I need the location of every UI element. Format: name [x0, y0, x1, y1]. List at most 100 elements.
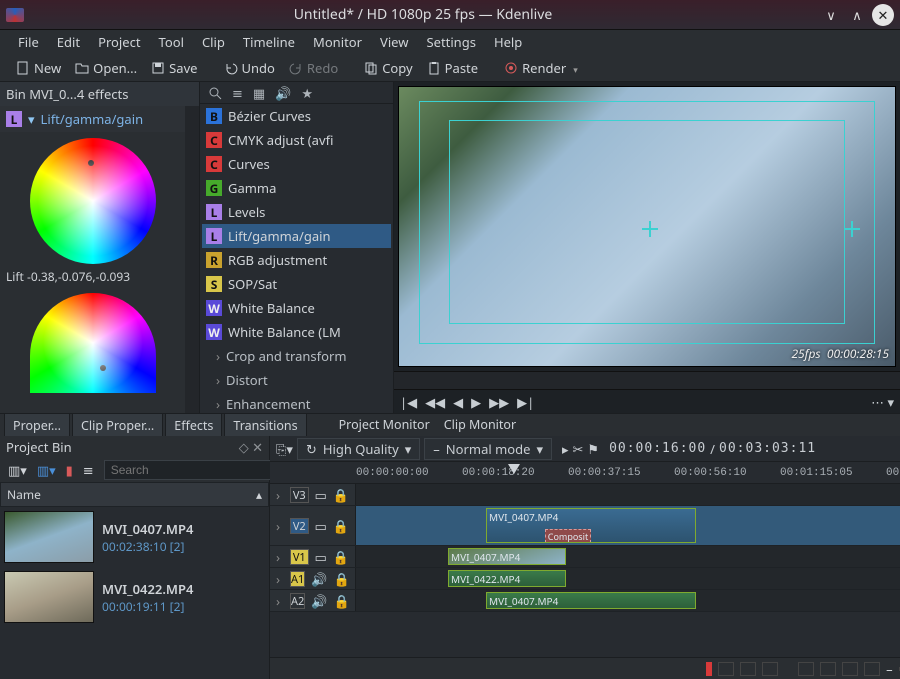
redo-button[interactable]: Redo [283, 57, 344, 79]
lock-icon[interactable]: 🔒 [333, 517, 349, 535]
save-button[interactable]: Save [145, 57, 203, 79]
lock-icon[interactable]: 🔒 [334, 570, 350, 588]
search-icon[interactable] [208, 86, 222, 100]
rewind-button[interactable]: ◀◀ [425, 393, 445, 411]
paste-button[interactable]: Paste [421, 57, 484, 79]
mute-icon[interactable]: ▭ [315, 517, 327, 535]
effect-item[interactable]: CCMYK adjust (avfi [202, 128, 391, 152]
monitor-options-button[interactable]: ⋯ ▾ [871, 393, 894, 411]
star-icon[interactable]: ★ [301, 84, 313, 102]
timeline-cut-icon[interactable]: ✂ [573, 440, 584, 458]
monitor-ruler[interactable] [394, 371, 900, 389]
copy-button[interactable]: Copy [358, 57, 418, 79]
list-icon[interactable]: ≡ [232, 84, 243, 102]
menu-timeline[interactable]: Timeline [235, 30, 303, 54]
menu-file[interactable]: File [10, 30, 47, 54]
lock-icon[interactable]: 🔒 [333, 548, 349, 566]
mute-icon[interactable]: ▭ [315, 486, 327, 504]
maximize-button[interactable]: ∧ [846, 4, 868, 26]
timeline-marker-icon[interactable]: ⚑ [587, 440, 599, 458]
timeline-clip[interactable]: MVI_0407.MP4 [448, 548, 566, 565]
effect-item[interactable]: WWhite Balance (LM [202, 320, 391, 344]
menu-project[interactable]: Project [90, 30, 148, 54]
track-v2[interactable]: V2 ▭ 🔒 MVI_0407.MP4 Composit [270, 506, 900, 546]
open-button[interactable]: Open... [69, 57, 143, 79]
menu-edit[interactable]: Edit [49, 30, 88, 54]
grid-icon[interactable]: ▦ [253, 84, 265, 102]
bin-item[interactable]: MVI_0422.MP4 00:00:19:11 [2] [0, 567, 269, 627]
editmode-select[interactable]: – Normal mode ▾ [424, 438, 552, 460]
undo-button[interactable]: Undo [218, 57, 281, 79]
bin-delete-icon[interactable]: ▮ [66, 461, 73, 479]
bin-view-icon[interactable]: ▥▾ [8, 461, 27, 479]
track-v1[interactable]: V1 ▭ 🔒 MVI_0407.MP4 [270, 546, 900, 568]
timeline-clip[interactable]: MVI_0407.MP4 [486, 592, 696, 609]
status-tool-5[interactable] [820, 662, 836, 676]
tab-effects[interactable]: Effects [165, 413, 222, 436]
gamma-color-wheel[interactable] [30, 293, 156, 393]
effect-category[interactable]: Distort [202, 368, 391, 392]
bin-folder-icon[interactable]: ▥▾ [37, 461, 56, 479]
tab-clip-properties[interactable]: Clip Proper... [72, 413, 163, 436]
quality-select[interactable]: ↻ High Quality ▾ [297, 438, 420, 460]
lift-color-wheel[interactable] [30, 138, 156, 264]
new-button[interactable]: New [10, 57, 67, 79]
fast-forward-button[interactable]: ▶▶ [489, 393, 509, 411]
menu-help[interactable]: Help [486, 30, 530, 54]
menu-monitor[interactable]: Monitor [305, 30, 370, 54]
audio-icon[interactable]: 🔊 [275, 84, 291, 102]
timeline-mode-icon[interactable]: ⎘▾ [276, 440, 293, 458]
track-v3[interactable]: V3 ▭ 🔒 [270, 484, 900, 506]
menu-settings[interactable]: Settings [418, 30, 483, 54]
menu-view[interactable]: View [372, 30, 416, 54]
menu-clip[interactable]: Clip [194, 30, 233, 54]
mute-icon[interactable]: ▭ [315, 548, 327, 566]
effect-category[interactable]: Enhancement [202, 392, 391, 413]
close-button[interactable]: ✕ [872, 4, 894, 26]
render-button[interactable]: Render [498, 57, 584, 79]
status-tool-2[interactable] [740, 662, 756, 676]
effect-item[interactable]: BBézier Curves [202, 104, 391, 128]
play-button[interactable]: ▶ [471, 393, 481, 411]
effect-item[interactable]: LLift/gamma/gain [202, 224, 391, 248]
tab-properties[interactable]: Proper... [4, 413, 70, 436]
pin-icon[interactable]: ◇ ✕ [239, 438, 263, 456]
effect-item[interactable]: WWhite Balance [202, 296, 391, 320]
timeline-clip[interactable]: MVI_0422.MP4 [448, 570, 566, 587]
status-tool-7[interactable] [864, 662, 880, 676]
track-a1[interactable]: A1 🔊 🔒 MVI_0422.MP4 [270, 568, 900, 590]
bin-search-input[interactable] [104, 460, 273, 480]
play-reverse-button[interactable]: ◀ [453, 393, 463, 411]
goto-start-button[interactable]: |◀ [400, 393, 417, 411]
effect-item[interactable]: LLevels [202, 200, 391, 224]
record-indicator-icon[interactable] [706, 662, 712, 676]
status-tool-1[interactable] [718, 662, 734, 676]
tab-transitions[interactable]: Transitions [224, 413, 306, 436]
effect-item[interactable]: CCurves [202, 152, 391, 176]
effect-item[interactable]: GGamma [202, 176, 391, 200]
timeline-clip[interactable]: MVI_0407.MP4 Composit [486, 508, 696, 543]
playhead-icon[interactable] [508, 464, 520, 474]
goto-end-button[interactable]: ▶| [517, 393, 534, 411]
bin-list-icon[interactable]: ≡ [83, 461, 94, 479]
audio-icon[interactable]: 🔊 [311, 592, 327, 610]
zoom-out-button[interactable]: – [886, 660, 893, 678]
active-effect-header[interactable]: L ▾ Lift/gamma/gain [0, 106, 185, 132]
tab-clip-monitor[interactable]: Clip Monitor [438, 413, 522, 436]
status-tool-3[interactable] [762, 662, 778, 676]
status-tool-6[interactable] [842, 662, 858, 676]
lock-icon[interactable]: 🔒 [334, 592, 350, 610]
tab-project-monitor[interactable]: Project Monitor [333, 413, 436, 436]
effect-item[interactable]: RRGB adjustment [202, 248, 391, 272]
timeline-play-icon[interactable]: ▸ [562, 440, 569, 458]
effect-item[interactable]: SSOP/Sat [202, 272, 391, 296]
project-monitor-view[interactable]: 25fps 00:00:28:15 [398, 86, 896, 367]
bin-column-header[interactable]: Name ▴ [0, 482, 269, 507]
bin-item[interactable]: MVI_0407.MP4 00:02:38:10 [2] [0, 507, 269, 567]
track-a2[interactable]: A2 🔊 🔒 MVI_0407.MP4 [270, 590, 900, 612]
effect-category[interactable]: Crop and transform [202, 344, 391, 368]
minimize-button[interactable]: ∨ [820, 4, 842, 26]
composite-transition[interactable]: Composit [545, 529, 591, 543]
status-tool-4[interactable] [798, 662, 814, 676]
lock-icon[interactable]: 🔒 [333, 486, 349, 504]
